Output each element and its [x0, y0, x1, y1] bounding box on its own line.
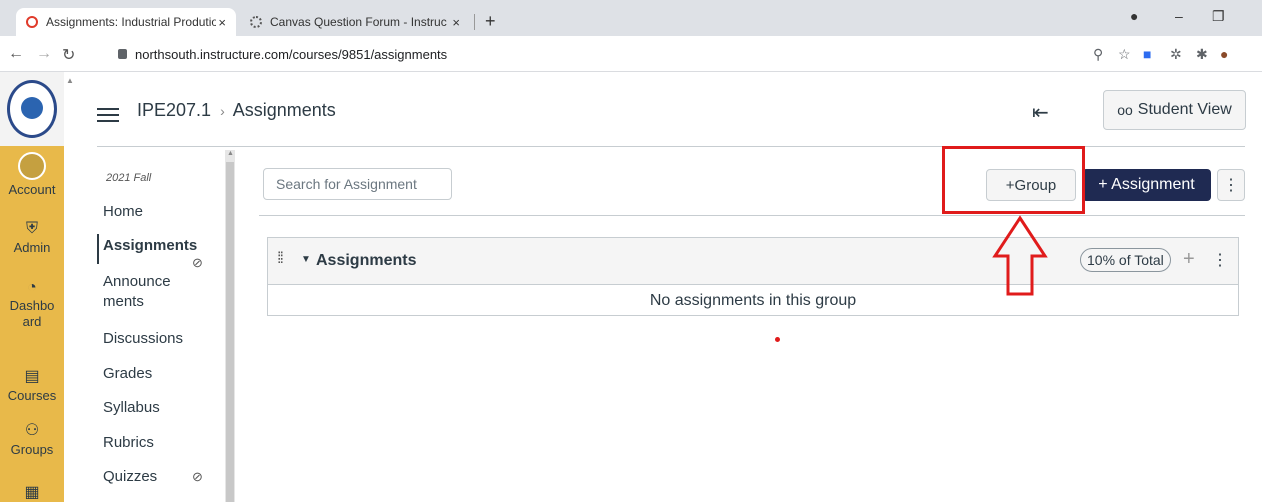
group-weight-badge: 10% of Total [1080, 248, 1171, 272]
profile-dot-icon[interactable]: ● [1130, 8, 1138, 24]
restore-icon[interactable]: ❐ [1212, 8, 1225, 25]
course-nav-quizzes[interactable]: Quizzes [103, 468, 157, 485]
back-icon[interactable]: ← [8, 45, 24, 63]
url-field[interactable]: northsouth.instructure.com/courses/9851/… [110, 41, 1090, 67]
add-assignment-button[interactable]: + Assignment [1082, 169, 1211, 201]
global-nav-label: Account [8, 182, 56, 197]
new-tab-button[interactable]: + [485, 11, 496, 32]
tab-close-icon[interactable]: × [452, 15, 460, 30]
hidden-eye-icon: ⊘ [192, 469, 203, 484]
global-nav-groups[interactable]: ⚇ Groups [0, 420, 64, 457]
global-nav-dashboard[interactable]: ◔ Dashbo ard [0, 280, 64, 330]
hamburger-menu-icon[interactable] [97, 108, 119, 122]
annotation-dot [775, 337, 780, 342]
university-logo[interactable] [0, 72, 64, 146]
breadcrumb: IPE207.1 › Assignments [137, 100, 336, 121]
course-nav-syllabus[interactable]: Syllabus [103, 399, 160, 416]
active-indicator [97, 234, 99, 264]
minimize-icon[interactable]: – [1175, 8, 1183, 24]
global-nav-label: Courses [7, 388, 57, 403]
scroll-up-icon[interactable]: ▲ [66, 76, 74, 85]
tab-separator [474, 14, 475, 30]
global-nav-calendar[interactable]: ▦ [0, 482, 64, 504]
global-nav-account[interactable]: Account [0, 152, 64, 197]
student-view-button[interactable]: oo Student View [1103, 90, 1246, 130]
zoom-extension-icon[interactable]: ■ [1143, 46, 1151, 62]
url-text: northsouth.instructure.com/courses/9851/… [135, 46, 448, 62]
annotation-arrow-icon [992, 215, 1048, 296]
search-assignment-input[interactable]: Search for Assignment [263, 168, 452, 200]
breadcrumb-page: Assignments [232, 100, 336, 120]
more-options-button[interactable]: ⋮ [1217, 169, 1245, 201]
course-nav-scrollbar[interactable]: ▲ [225, 150, 235, 502]
scrollbar-thumb[interactable] [226, 162, 234, 502]
star-icon[interactable]: ☆ [1118, 46, 1131, 63]
canvas-logo-icon [250, 16, 262, 28]
global-nav: Account ⛨ Admin ◔ Dashbo ard ▤ Courses ⚇… [0, 72, 64, 502]
course-nav-home[interactable]: Home [103, 203, 143, 220]
scroll-up-icon[interactable]: ▲ [227, 150, 234, 157]
hidden-eye-icon: ⊘ [192, 255, 203, 270]
extension-gear-icon[interactable]: ✲ [1170, 46, 1182, 63]
people-icon: ⚇ [24, 422, 40, 439]
reload-icon[interactable]: ↻ [62, 45, 75, 65]
group-title[interactable]: Assignments [316, 252, 416, 270]
shield-icon: ⛨ [25, 220, 38, 237]
canvas-logo-icon [26, 16, 38, 28]
forward-icon[interactable]: → [36, 45, 52, 63]
lock-icon [118, 49, 127, 59]
tab-title: Canvas Question Forum - Instruc [270, 15, 447, 29]
course-nav-grades[interactable]: Grades [103, 365, 152, 382]
zoom-icon[interactable]: ⚲ [1093, 46, 1103, 63]
browser-tab-assignments[interactable]: Assignments: Industrial Prodution × [16, 8, 236, 36]
course-nav-discussions[interactable]: Discussions [103, 330, 183, 347]
collapse-nav-icon[interactable]: ⇤ [1032, 100, 1049, 125]
assignment-group-header: ⁞⁞ ▼ Assignments 10% of Total + ⋮ [268, 238, 1238, 285]
dashboard-icon: ◔ [27, 279, 37, 296]
book-icon: ▤ [24, 368, 40, 385]
breadcrumb-separator: › [220, 103, 225, 119]
global-nav-label: Admin [13, 240, 51, 255]
puzzle-icon[interactable]: ✱ [1196, 46, 1208, 63]
assignment-group: ⁞⁞ ▼ Assignments 10% of Total + ⋮ No ass… [267, 237, 1239, 316]
calendar-icon: ▦ [24, 484, 40, 501]
browser-tab-forum[interactable]: Canvas Question Forum - Instruc × [240, 8, 470, 36]
annotation-highlight-box [942, 146, 1085, 214]
profile-avatar-icon[interactable]: ● [1220, 46, 1228, 62]
global-nav-label: Groups [10, 442, 54, 457]
empty-group-message: No assignments in this group [649, 292, 857, 309]
course-nav-assignments[interactable]: Assignments [103, 237, 197, 254]
course-nav-rubrics[interactable]: Rubrics [103, 434, 154, 451]
student-view-label: Student View [1137, 101, 1232, 118]
drag-handle-icon[interactable]: ⁞⁞ [277, 250, 284, 268]
toolbar-divider [259, 215, 1245, 216]
global-nav-admin[interactable]: ⛨ Admin [0, 220, 64, 255]
course-nav-announcements[interactable]: Announce ments [103, 272, 183, 312]
tab-close-icon[interactable]: × [218, 15, 226, 30]
global-nav-label: Dashbo ard [9, 298, 55, 329]
caret-down-icon[interactable]: ▼ [301, 254, 311, 265]
glasses-icon: oo [1117, 102, 1133, 118]
course-term: 2021 Fall [106, 172, 152, 184]
global-nav-courses[interactable]: ▤ Courses [0, 366, 64, 403]
add-to-group-icon[interactable]: + [1183, 248, 1195, 271]
tab-title: Assignments: Industrial Prodution [46, 15, 216, 29]
browser-address-bar: ← → ↻ northsouth.instructure.com/courses… [0, 36, 1262, 72]
group-more-icon[interactable]: ⋮ [1212, 250, 1228, 270]
browser-tab-bar: Assignments: Industrial Prodution × Canv… [0, 0, 1262, 36]
breadcrumb-course[interactable]: IPE207.1 [137, 100, 211, 120]
user-avatar-icon [18, 152, 46, 180]
university-seal-icon [7, 80, 57, 138]
